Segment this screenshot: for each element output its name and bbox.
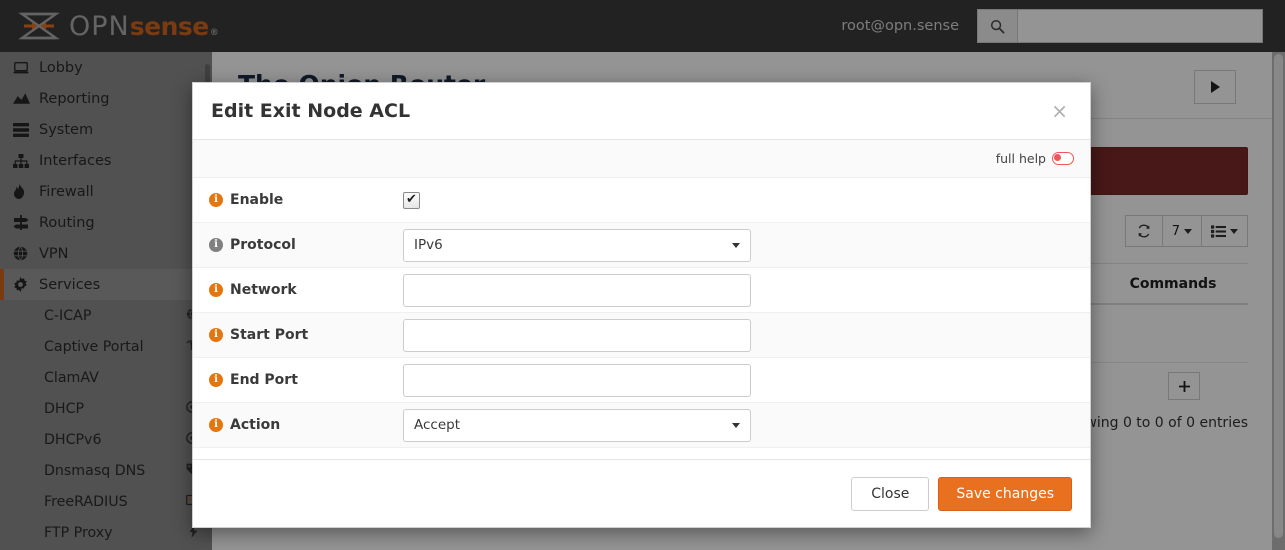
form-field-action: Accept	[403, 409, 1090, 442]
form-field-start-port	[403, 319, 1090, 352]
info-icon[interactable]: i	[209, 193, 223, 207]
protocol-selected-value: IPv6	[414, 237, 443, 253]
info-icon[interactable]: i	[209, 238, 223, 252]
start-port-input[interactable]	[403, 319, 751, 352]
full-help-row: full help	[193, 140, 1090, 178]
field-label-text: Start Port	[230, 327, 308, 343]
form-field-end-port	[403, 364, 1090, 397]
info-icon[interactable]: i	[209, 328, 223, 342]
form-row-network: i Network	[193, 268, 1090, 313]
end-port-input[interactable]	[403, 364, 751, 397]
action-select[interactable]: Accept	[403, 409, 751, 442]
modal-body: full help i Enable i Protocol	[193, 140, 1090, 459]
full-help-label: full help	[996, 151, 1046, 166]
enable-checkbox[interactable]	[403, 192, 420, 209]
field-label-text: End Port	[230, 372, 298, 388]
info-icon[interactable]: i	[209, 373, 223, 387]
action-selected-value: Accept	[414, 417, 460, 433]
field-label-text: Network	[230, 282, 297, 298]
modal-title: Edit Exit Node ACL	[211, 100, 410, 122]
info-icon[interactable]: i	[209, 283, 223, 297]
full-help-toggle[interactable]	[1052, 152, 1074, 165]
page-scrollbar-thumb[interactable]	[1274, 54, 1283, 538]
form-field-network	[403, 274, 1090, 307]
form-field-enable	[403, 192, 1090, 209]
form-row-end-port: i End Port	[193, 358, 1090, 403]
form-label-enable: i Enable	[209, 192, 403, 208]
form-label-network: i Network	[209, 282, 403, 298]
protocol-select[interactable]: IPv6	[403, 229, 751, 262]
form-label-action: i Action	[209, 417, 403, 433]
form-field-protocol: IPv6	[403, 229, 1090, 262]
form-row-enable: i Enable	[193, 178, 1090, 223]
form-label-end-port: i End Port	[209, 372, 403, 388]
save-changes-button[interactable]: Save changes	[938, 477, 1072, 511]
page-scrollbar[interactable]	[1272, 52, 1285, 550]
close-button[interactable]: Close	[851, 477, 929, 511]
modal-header: Edit Exit Node ACL ×	[193, 83, 1090, 140]
form-row-protocol: i Protocol IPv6	[193, 223, 1090, 268]
field-label-text: Enable	[230, 192, 283, 208]
chevron-down-icon	[732, 423, 740, 428]
opnsense-app: OPNsense® root@opn.sense Lobby	[0, 0, 1285, 550]
network-input[interactable]	[403, 274, 751, 307]
form-label-start-port: i Start Port	[209, 327, 403, 343]
close-icon[interactable]: ×	[1047, 99, 1072, 123]
edit-exit-node-acl-dialog: Edit Exit Node ACL × full help i Enable	[192, 82, 1091, 528]
form-row-action: i Action Accept	[193, 403, 1090, 448]
chevron-down-icon	[732, 243, 740, 248]
form-label-protocol: i Protocol	[209, 237, 403, 253]
form-row-start-port: i Start Port	[193, 313, 1090, 358]
modal-footer: Close Save changes	[193, 459, 1090, 527]
field-label-text: Protocol	[230, 237, 296, 253]
info-icon[interactable]: i	[209, 418, 223, 432]
field-label-text: Action	[230, 417, 280, 433]
